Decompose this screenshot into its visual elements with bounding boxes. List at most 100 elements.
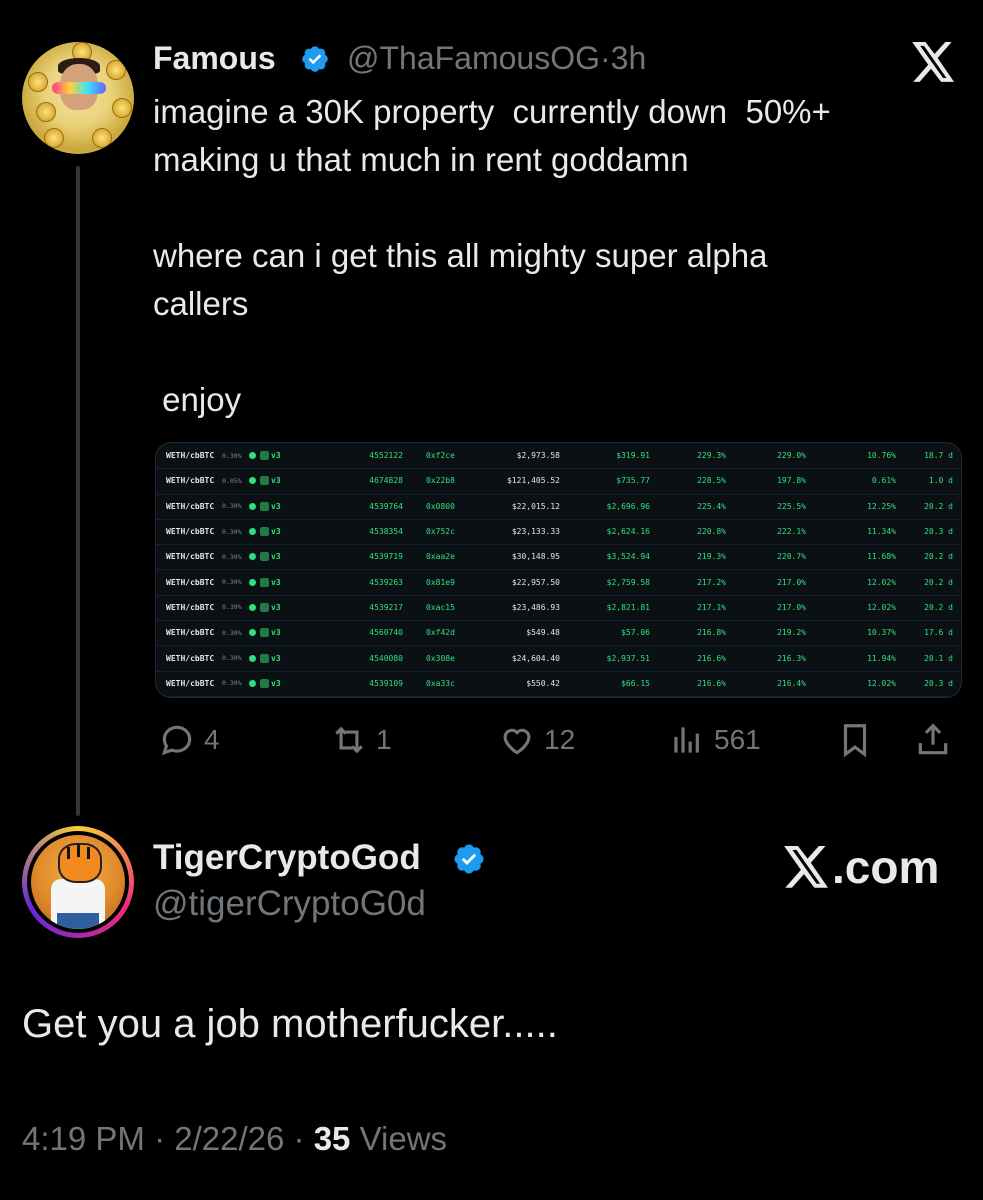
percent-b: 222.1%: [777, 527, 806, 537]
percent-c: 0.61%: [871, 476, 896, 486]
address: 0xf2ce: [426, 451, 455, 461]
value-secondary: $735.77: [616, 476, 650, 486]
percent-c: 10.76%: [867, 451, 896, 461]
x-logo-icon[interactable]: [912, 42, 956, 82]
percent-a: 225.4%: [697, 501, 726, 511]
position-id: 4552122: [369, 451, 403, 461]
version-label: v3: [271, 476, 281, 486]
duration: 20.3 d: [924, 678, 953, 688]
address: 0x22b8: [426, 476, 455, 486]
position-id: 4539217: [369, 602, 403, 612]
image-table-row: WETH/cbBTC 0.30% v3 4539217 0xac15 $23,486.93…: [156, 595, 961, 622]
brand-text: .com: [832, 841, 940, 893]
value-secondary: $2,821.81: [606, 602, 650, 612]
protocol-icon: [260, 527, 269, 537]
views-count: 561: [714, 724, 761, 755]
protocol-icon: [260, 628, 269, 638]
percent-b: 225.5%: [777, 501, 806, 511]
duration: 20.2 d: [924, 552, 953, 562]
reply-author-name[interactable]: TigerCryptoGod: [153, 838, 421, 878]
share-button[interactable]: [914, 718, 952, 762]
percent-c: 10.37%: [867, 628, 896, 638]
pair-label: WETH/cbBTC: [166, 602, 215, 612]
tigercryptogod-avatar[interactable]: [22, 826, 134, 938]
value-secondary: $57.06: [621, 628, 650, 638]
pair-label: WETH/cbBTC: [166, 476, 215, 486]
reply-text: Get you a job motherfucker.....: [22, 1002, 558, 1046]
address: 0xf42d: [426, 628, 455, 638]
protocol-icon: [260, 577, 269, 587]
value-primary: $23,486.93: [511, 602, 560, 612]
status-dot-icon: [249, 603, 256, 611]
position-id: 4539109: [369, 678, 403, 688]
image-table-row: WETH/cbBTC 0.30% v3 4540080 0x308e $24,604.40…: [156, 645, 961, 672]
value-secondary: $2,624.16: [606, 527, 650, 537]
status-dot-icon: [249, 654, 256, 662]
like-button[interactable]: 12: [498, 718, 575, 762]
percent-c: 12.25%: [867, 501, 896, 511]
fee-label: 0.30%: [222, 502, 242, 511]
duration: 20.2 d: [924, 577, 953, 587]
duration: 18.7 d: [924, 451, 953, 461]
address: 0x0800: [426, 501, 455, 511]
duration: 1.0 d: [928, 476, 953, 486]
value-primary: $549.48: [526, 628, 560, 638]
fee-label: 0.05%: [222, 476, 242, 485]
reply-date[interactable]: 2/22/26: [174, 1120, 284, 1157]
pair-label: WETH/cbBTC: [166, 501, 215, 511]
percent-a: 217.2%: [697, 577, 726, 587]
views-button[interactable]: 561: [668, 718, 761, 762]
percent-c: 12.02%: [867, 678, 896, 688]
percent-c: 11.94%: [867, 653, 896, 663]
image-table-row: WETH/cbBTC 0.05% v3 4674828 0x22b8 $121,405.5…: [156, 468, 961, 495]
image-table-row: WETH/cbBTC 0.30% v3 4560740 0xf42d $549.48 $57…: [156, 620, 961, 647]
bookmark-button[interactable]: [836, 718, 874, 762]
tweet-attached-image[interactable]: WETH/cbBTC 0.30% v3 4552122 0xf2ce $2,973.58 $…: [155, 442, 962, 698]
percent-a: 216.8%: [697, 628, 726, 638]
value-primary: $24,604.40: [511, 653, 560, 663]
tweet-author-name[interactable]: Famous: [153, 40, 276, 77]
status-dot-icon: [249, 679, 256, 687]
verified-badge-icon: [454, 844, 484, 874]
percent-a: 216.6%: [697, 678, 726, 688]
repost-icon: [335, 726, 363, 754]
address: 0x752c: [426, 527, 455, 537]
percent-b: 219.2%: [777, 628, 806, 638]
percent-b: 229.0%: [777, 451, 806, 461]
famous-avatar[interactable]: [22, 42, 134, 154]
thread-connector-line: [76, 166, 80, 816]
version-label: v3: [271, 602, 281, 612]
reply-time[interactable]: 4:19 PM: [22, 1120, 145, 1157]
status-dot-icon: [249, 553, 256, 561]
address: 0xa33c: [426, 678, 455, 688]
repost-button[interactable]: 1: [330, 718, 392, 762]
like-icon: [503, 728, 531, 755]
status-dot-icon: [249, 578, 256, 586]
percent-a: 220.8%: [697, 527, 726, 537]
address: 0x308e: [426, 653, 455, 663]
protocol-icon: [260, 653, 269, 663]
fee-label: 0.30%: [222, 451, 242, 460]
value-secondary: $2,696.96: [606, 501, 650, 511]
fee-label: 0.30%: [222, 679, 242, 688]
tweet-author-handle-and-time[interactable]: @ThaFamousOG·3h: [347, 40, 646, 77]
reply-button[interactable]: 4: [158, 718, 220, 762]
percent-a: 216.6%: [697, 653, 726, 663]
value-secondary: $2,759.58: [606, 577, 650, 587]
value-secondary: $2,937.51: [606, 653, 650, 663]
reply-author-handle[interactable]: @tigerCryptoG0d: [153, 884, 426, 924]
image-table-row: WETH/cbBTC 0.30% v3 4539764 0x0800 $22,015.12…: [156, 494, 961, 520]
position-id: 4674828: [369, 476, 403, 486]
version-label: v3: [271, 628, 281, 638]
image-table-row: WETH/cbBTC 0.30% v3 4539109 0xa33c $550.42 $66…: [156, 671, 961, 697]
protocol-icon: [260, 602, 269, 612]
value-primary: $22,957.50: [511, 577, 560, 587]
percent-a: 219.3%: [697, 552, 726, 562]
position-id: 4560740: [369, 628, 403, 638]
duration: 20.2 d: [924, 602, 953, 612]
percent-a: 217.1%: [697, 602, 726, 612]
status-dot-icon: [249, 528, 256, 536]
protocol-icon: [260, 552, 269, 562]
fee-label: 0.30%: [222, 603, 242, 612]
protocol-icon: [260, 451, 269, 461]
